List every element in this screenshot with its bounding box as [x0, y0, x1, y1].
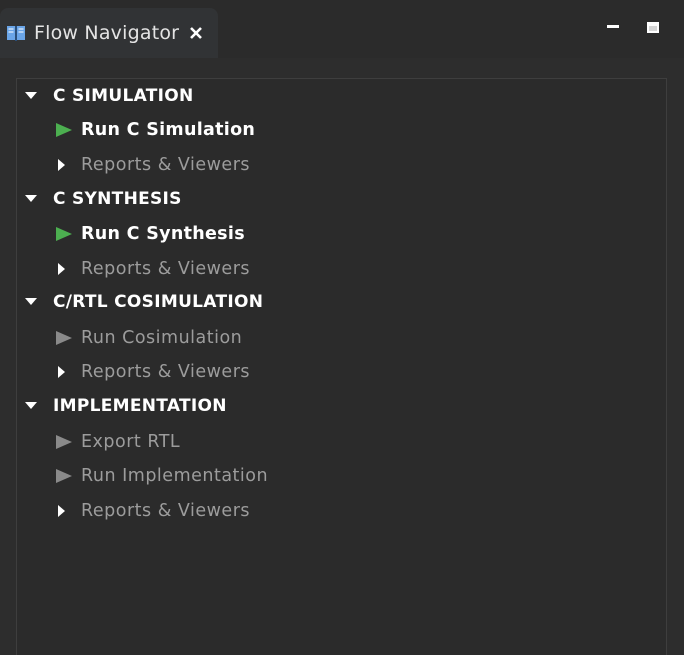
section-title: C SYNTHESIS	[53, 189, 182, 209]
reports-viewers-item[interactable]: Reports & Viewers	[55, 498, 250, 524]
caret-down-icon[interactable]	[25, 402, 37, 410]
reports-viewers-item[interactable]: Reports & Viewers	[55, 152, 250, 178]
run-cosimulation-item[interactable]: Run Cosimulation	[55, 325, 242, 351]
caret-right-icon[interactable]	[57, 159, 67, 171]
minimize-icon[interactable]	[606, 20, 620, 34]
close-icon[interactable]	[189, 26, 203, 40]
caret-down-icon[interactable]	[25, 92, 37, 100]
navigator-panel: C SIMULATION Run C Simulation Reports & …	[16, 78, 667, 655]
tab-flow-navigator[interactable]: Flow Navigator	[0, 8, 218, 58]
caret-right-icon[interactable]	[57, 366, 67, 378]
item-label: Run Implementation	[81, 466, 269, 486]
item-label: Export RTL	[81, 432, 181, 452]
window-controls	[606, 20, 660, 34]
reports-viewers-item[interactable]: Reports & Viewers	[55, 256, 250, 282]
section-title: C SIMULATION	[53, 86, 194, 106]
section-title: C/RTL COSIMULATION	[53, 292, 264, 312]
item-label: Reports & Viewers	[81, 501, 251, 521]
item-label: Run C Synthesis	[81, 224, 245, 244]
play-icon	[55, 468, 73, 484]
play-icon	[55, 330, 73, 346]
section-title: IMPLEMENTATION	[53, 396, 227, 416]
flow-navigator-window: Flow Navigator C SIMULATION Run C Simula…	[0, 0, 684, 655]
run-implementation-item[interactable]: Run Implementation	[55, 463, 268, 489]
play-icon	[55, 226, 73, 242]
caret-right-icon[interactable]	[57, 505, 67, 517]
section-implementation[interactable]: IMPLEMENTATION	[25, 394, 227, 418]
maximize-icon[interactable]	[646, 20, 660, 34]
reports-viewers-item[interactable]: Reports & Viewers	[55, 359, 250, 385]
caret-right-icon[interactable]	[57, 263, 67, 275]
caret-down-icon[interactable]	[25, 195, 37, 203]
export-rtl-item[interactable]: Export RTL	[55, 429, 180, 455]
item-label: Reports & Viewers	[81, 259, 251, 279]
play-icon	[55, 122, 73, 138]
book-icon	[6, 23, 26, 43]
tab-title: Flow Navigator	[34, 22, 180, 44]
section-c-rtl-cosimulation[interactable]: C/RTL COSIMULATION	[25, 290, 263, 314]
item-label: Reports & Viewers	[81, 155, 251, 175]
item-label: Run C Simulation	[81, 120, 256, 140]
item-label: Reports & Viewers	[81, 362, 251, 382]
caret-down-icon[interactable]	[25, 298, 37, 306]
tab-bar: Flow Navigator	[0, 0, 684, 58]
run-c-simulation-item[interactable]: Run C Simulation	[55, 117, 255, 143]
item-label: Run Cosimulation	[81, 328, 243, 348]
section-c-synthesis[interactable]: C SYNTHESIS	[25, 187, 182, 211]
run-c-synthesis-item[interactable]: Run C Synthesis	[55, 221, 245, 247]
section-c-simulation[interactable]: C SIMULATION	[25, 84, 194, 108]
play-icon	[55, 434, 73, 450]
